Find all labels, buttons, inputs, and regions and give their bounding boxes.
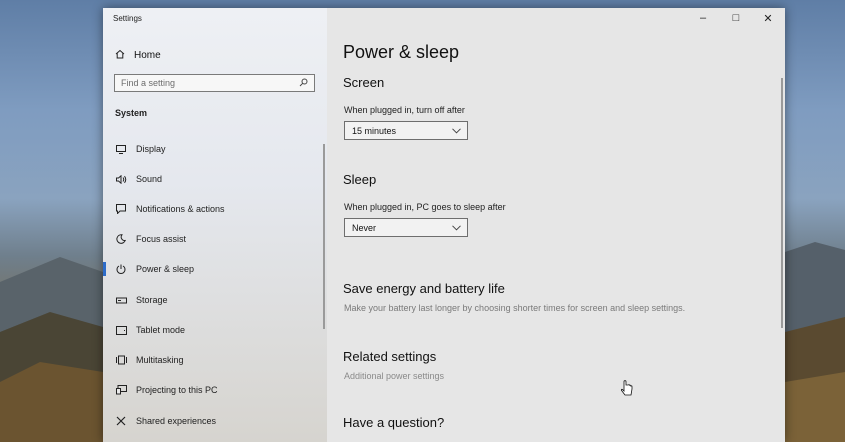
sidebar-item-label: Display [136,144,166,154]
sidebar: Settings Home Find a setting System Disp… [103,8,327,442]
sidebar-item-label: Shared experiences [136,416,217,426]
speaker-icon [114,174,128,184]
related-settings-heading: Related settings [343,349,437,364]
save-energy-description: Make your battery last longer by choosin… [344,303,686,313]
home-icon [115,49,125,62]
sleep-timeout-value: Never [352,222,377,233]
sidebar-item-tablet-mode[interactable]: Tablet mode [103,319,327,341]
multitasking-icon [114,355,128,365]
notifications-icon [114,204,128,214]
close-button[interactable]: ✕ [757,12,779,25]
sidebar-item-projecting[interactable]: Projecting to this PC [103,379,327,401]
screen-timeout-value: 15 minutes [352,125,397,136]
additional-power-settings-link[interactable]: Additional power settings [344,371,444,381]
sidebar-item-display[interactable]: Display [103,138,327,160]
screen-heading: Screen [343,75,385,90]
sidebar-item-label: Multitasking [136,355,184,365]
sidebar-item-label: Sound [136,174,163,184]
page-title: Power & sleep [343,42,460,62]
sidebar-item-focus-assist[interactable]: Focus assist [103,228,327,250]
shared-icon [114,416,128,426]
screen-timeout-dropdown[interactable]: 15 minutes [344,121,468,140]
main-scrollbar[interactable] [781,78,783,328]
sidebar-item-label: Storage [136,295,168,305]
power-icon [114,264,128,274]
sidebar-item-label: Tablet mode [136,325,186,335]
sidebar-item-power-sleep[interactable]: Power & sleep [103,258,327,280]
sidebar-scrollbar[interactable] [323,144,325,329]
sidebar-item-notifications[interactable]: Notifications & actions [103,198,327,220]
sidebar-item-label: Notifications & actions [136,204,225,214]
section-label-system: System [115,108,148,118]
sleep-timeout-label: When plugged in, PC goes to sleep after [344,202,506,212]
settings-window: Settings Home Find a setting System Disp… [103,8,785,442]
save-energy-heading: Save energy and battery life [343,281,505,296]
screen-timeout-label: When plugged in, turn off after [344,105,465,115]
main-panel: – □ ✕ Power & sleep Screen When plugged … [327,8,785,442]
chevron-down-icon [452,223,461,233]
minimize-button[interactable]: – [692,12,714,24]
search-input[interactable]: Find a setting [114,74,315,92]
sleep-timeout-dropdown[interactable]: Never [344,218,468,237]
sidebar-item-sound[interactable]: Sound [103,168,327,190]
chevron-down-icon [452,126,461,136]
sidebar-item-shared-experiences[interactable]: Shared experiences [103,410,327,432]
search-icon [299,74,308,92]
home-nav-item[interactable]: Home [115,47,161,63]
sidebar-item-label: Focus assist [136,234,187,244]
desktop-background-right [785,0,845,442]
home-label: Home [134,49,161,61]
search-placeholder: Find a setting [121,78,176,88]
mouse-cursor-icon [621,380,633,401]
sidebar-item-label: Projecting to this PC [136,385,218,395]
sidebar-item-multitasking[interactable]: Multitasking [103,349,327,371]
window-title: Settings [113,14,142,23]
moon-icon [114,234,128,244]
have-a-question-heading: Have a question? [343,415,445,430]
monitor-icon [114,144,128,154]
maximize-button[interactable]: □ [725,12,747,24]
sidebar-item-storage[interactable]: Storage [103,289,327,311]
tablet-icon [114,325,128,335]
storage-icon [114,297,128,304]
projector-icon [114,385,128,395]
sleep-heading: Sleep [343,172,377,187]
sidebar-item-label: Power & sleep [136,264,195,274]
